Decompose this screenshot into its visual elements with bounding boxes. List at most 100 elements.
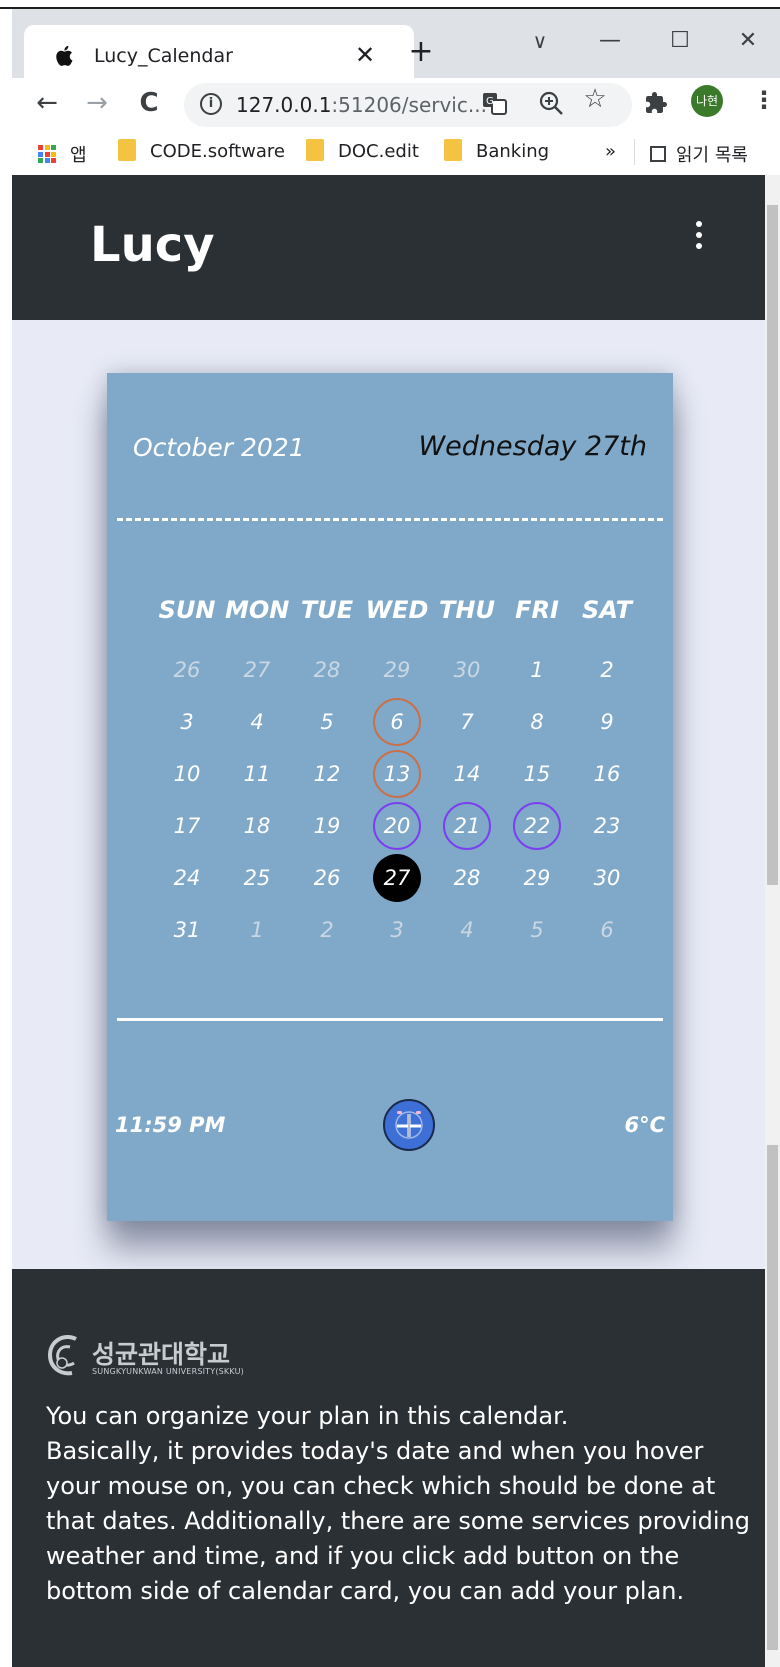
day-cell[interactable]: 2 bbox=[575, 647, 639, 693]
browser-menu-icon[interactable]: ⋮ bbox=[752, 86, 776, 114]
day-cell[interactable]: 11 bbox=[225, 751, 289, 797]
address-bar[interactable]: i 127.0.0.1:51206/servic... bbox=[184, 83, 632, 127]
url-text[interactable]: 127.0.0.1:51206/servic... bbox=[236, 93, 487, 117]
day-cell[interactable]: 27 bbox=[225, 647, 289, 693]
day-number: 3 bbox=[390, 918, 404, 942]
bookmark-banking[interactable]: Banking bbox=[444, 139, 549, 163]
day-cell[interactable]: 17 bbox=[155, 803, 219, 849]
day-cell[interactable]: 4 bbox=[435, 907, 499, 953]
day-cell[interactable]: 30 bbox=[575, 855, 639, 901]
day-cell[interactable]: 28 bbox=[435, 855, 499, 901]
day-cell[interactable]: 26 bbox=[295, 855, 359, 901]
bookmark-star-icon[interactable]: ☆ bbox=[580, 84, 610, 114]
brand-logo-text[interactable]: Lucy bbox=[90, 217, 215, 273]
day-cell[interactable]: 19 bbox=[295, 803, 359, 849]
reading-list-icon bbox=[650, 146, 666, 162]
day-cell-has-plan[interactable]: 20 bbox=[365, 802, 429, 850]
folder-icon bbox=[444, 139, 462, 161]
day-cell[interactable]: 1 bbox=[505, 647, 569, 693]
day-number: 7 bbox=[460, 710, 474, 734]
tab-search-dropdown-icon[interactable]: ∨ bbox=[520, 29, 560, 53]
weekday-sat: SAT bbox=[582, 596, 632, 624]
folder-icon bbox=[118, 139, 136, 161]
day-cell[interactable]: 30 bbox=[435, 647, 499, 693]
new-tab-button[interactable]: + bbox=[404, 37, 438, 67]
day-cell[interactable]: 10 bbox=[155, 751, 219, 797]
bookmark-doc-edit[interactable]: DOC.edit bbox=[306, 139, 419, 163]
profile-avatar[interactable]: 나현 bbox=[691, 85, 723, 117]
day-number: 6 bbox=[390, 710, 404, 734]
page-scrollbar[interactable] bbox=[765, 175, 780, 1667]
day-number: 30 bbox=[593, 866, 621, 890]
zoom-icon[interactable] bbox=[538, 90, 564, 116]
day-cell[interactable]: 31 bbox=[155, 907, 219, 953]
apps-grid-icon[interactable] bbox=[38, 145, 56, 163]
day-cell[interactable]: 2 bbox=[295, 907, 359, 953]
description-line: that dates. Additionally, there are some… bbox=[46, 1507, 750, 1535]
weekday-sun: SUN bbox=[158, 596, 216, 624]
tab-close-icon[interactable]: ✕ bbox=[350, 41, 380, 69]
day-cell[interactable]: 25 bbox=[225, 855, 289, 901]
day-cell[interactable]: 5 bbox=[295, 699, 359, 745]
day-number: 22 bbox=[523, 814, 551, 838]
weekday-header: SUN MON TUE WED THU FRI SAT bbox=[155, 596, 645, 632]
site-info-icon[interactable]: i bbox=[200, 93, 222, 115]
day-cell[interactable]: 5 bbox=[505, 907, 569, 953]
day-cell-today[interactable]: 27 bbox=[365, 854, 429, 902]
day-number: 4 bbox=[460, 918, 474, 942]
day-cell[interactable]: 28 bbox=[295, 647, 359, 693]
minimize-button[interactable]: — bbox=[590, 29, 630, 53]
day-number: 1 bbox=[530, 658, 544, 682]
day-cell[interactable]: 8 bbox=[505, 699, 569, 745]
day-number: 3 bbox=[180, 710, 194, 734]
reload-button[interactable]: C bbox=[132, 88, 166, 118]
day-number: 24 bbox=[173, 866, 201, 890]
scrollbar-thumb-lower[interactable] bbox=[767, 1145, 778, 1650]
scrollbar-thumb[interactable] bbox=[767, 205, 778, 885]
window-top-edge bbox=[0, 0, 780, 9]
today-label: Wednesday 27th bbox=[418, 431, 647, 462]
tab-strip: Lucy_Calendar ✕ + ∨ — ☐ ✕ bbox=[12, 9, 780, 87]
day-cell[interactable]: 7 bbox=[435, 699, 499, 745]
day-cell[interactable]: 18 bbox=[225, 803, 289, 849]
day-cell-has-plan[interactable]: 21 bbox=[435, 802, 499, 850]
description-line: Basically, it provides today's date and … bbox=[46, 1437, 704, 1465]
tab-title: Lucy_Calendar bbox=[94, 45, 233, 67]
extensions-icon[interactable] bbox=[644, 91, 668, 115]
university-emblem-icon bbox=[47, 1335, 77, 1376]
day-number: 2 bbox=[600, 658, 614, 682]
day-number: 29 bbox=[523, 866, 551, 890]
day-cell[interactable]: 23 bbox=[575, 803, 639, 849]
day-cell[interactable]: 15 bbox=[505, 751, 569, 797]
day-cell-has-plan[interactable]: 6 bbox=[365, 698, 429, 746]
day-cell[interactable]: 12 bbox=[295, 751, 359, 797]
days-grid: 26 27 28 29 30 1 2 3 4 5 6 7 8 9 10 11 12 13 14 15 16 17 18 19 2… bbox=[155, 647, 645, 947]
bookmark-code-software[interactable]: CODE.software bbox=[118, 139, 285, 163]
close-window-button[interactable]: ✕ bbox=[728, 29, 768, 53]
day-cell[interactable]: 3 bbox=[155, 699, 219, 745]
university-logo[interactable]: 성균관대학교 SUNGKYUNKWAN UNIVERSITY(SKKU) bbox=[46, 1331, 286, 1381]
day-cell[interactable]: 9 bbox=[575, 699, 639, 745]
day-cell[interactable]: 29 bbox=[365, 647, 429, 693]
day-cell[interactable]: 6 bbox=[575, 907, 639, 953]
reading-list-button[interactable]: 읽기 목록 bbox=[650, 141, 748, 167]
day-cell-has-plan[interactable]: 13 bbox=[365, 750, 429, 798]
bookmark-apps[interactable]: 앱 bbox=[70, 141, 87, 167]
back-button[interactable]: ← bbox=[30, 88, 64, 118]
more-options-icon[interactable] bbox=[695, 221, 703, 257]
day-cell[interactable]: 29 bbox=[505, 855, 569, 901]
day-cell[interactable]: 24 bbox=[155, 855, 219, 901]
day-cell[interactable]: 14 bbox=[435, 751, 499, 797]
day-cell-has-plan[interactable]: 22 bbox=[505, 802, 569, 850]
day-cell[interactable]: 3 bbox=[365, 907, 429, 953]
maximize-button[interactable]: ☐ bbox=[660, 29, 700, 53]
translate-icon[interactable]: G bbox=[482, 92, 508, 116]
add-plan-button[interactable] bbox=[383, 1099, 435, 1151]
description-text: You can organize your plan in this calen… bbox=[46, 1399, 750, 1609]
day-cell[interactable]: 1 bbox=[225, 907, 289, 953]
more-bookmarks-button[interactable]: » bbox=[605, 141, 616, 162]
forward-button[interactable]: → bbox=[80, 88, 114, 118]
day-cell[interactable]: 26 bbox=[155, 647, 219, 693]
day-cell[interactable]: 16 bbox=[575, 751, 639, 797]
day-cell[interactable]: 4 bbox=[225, 699, 289, 745]
